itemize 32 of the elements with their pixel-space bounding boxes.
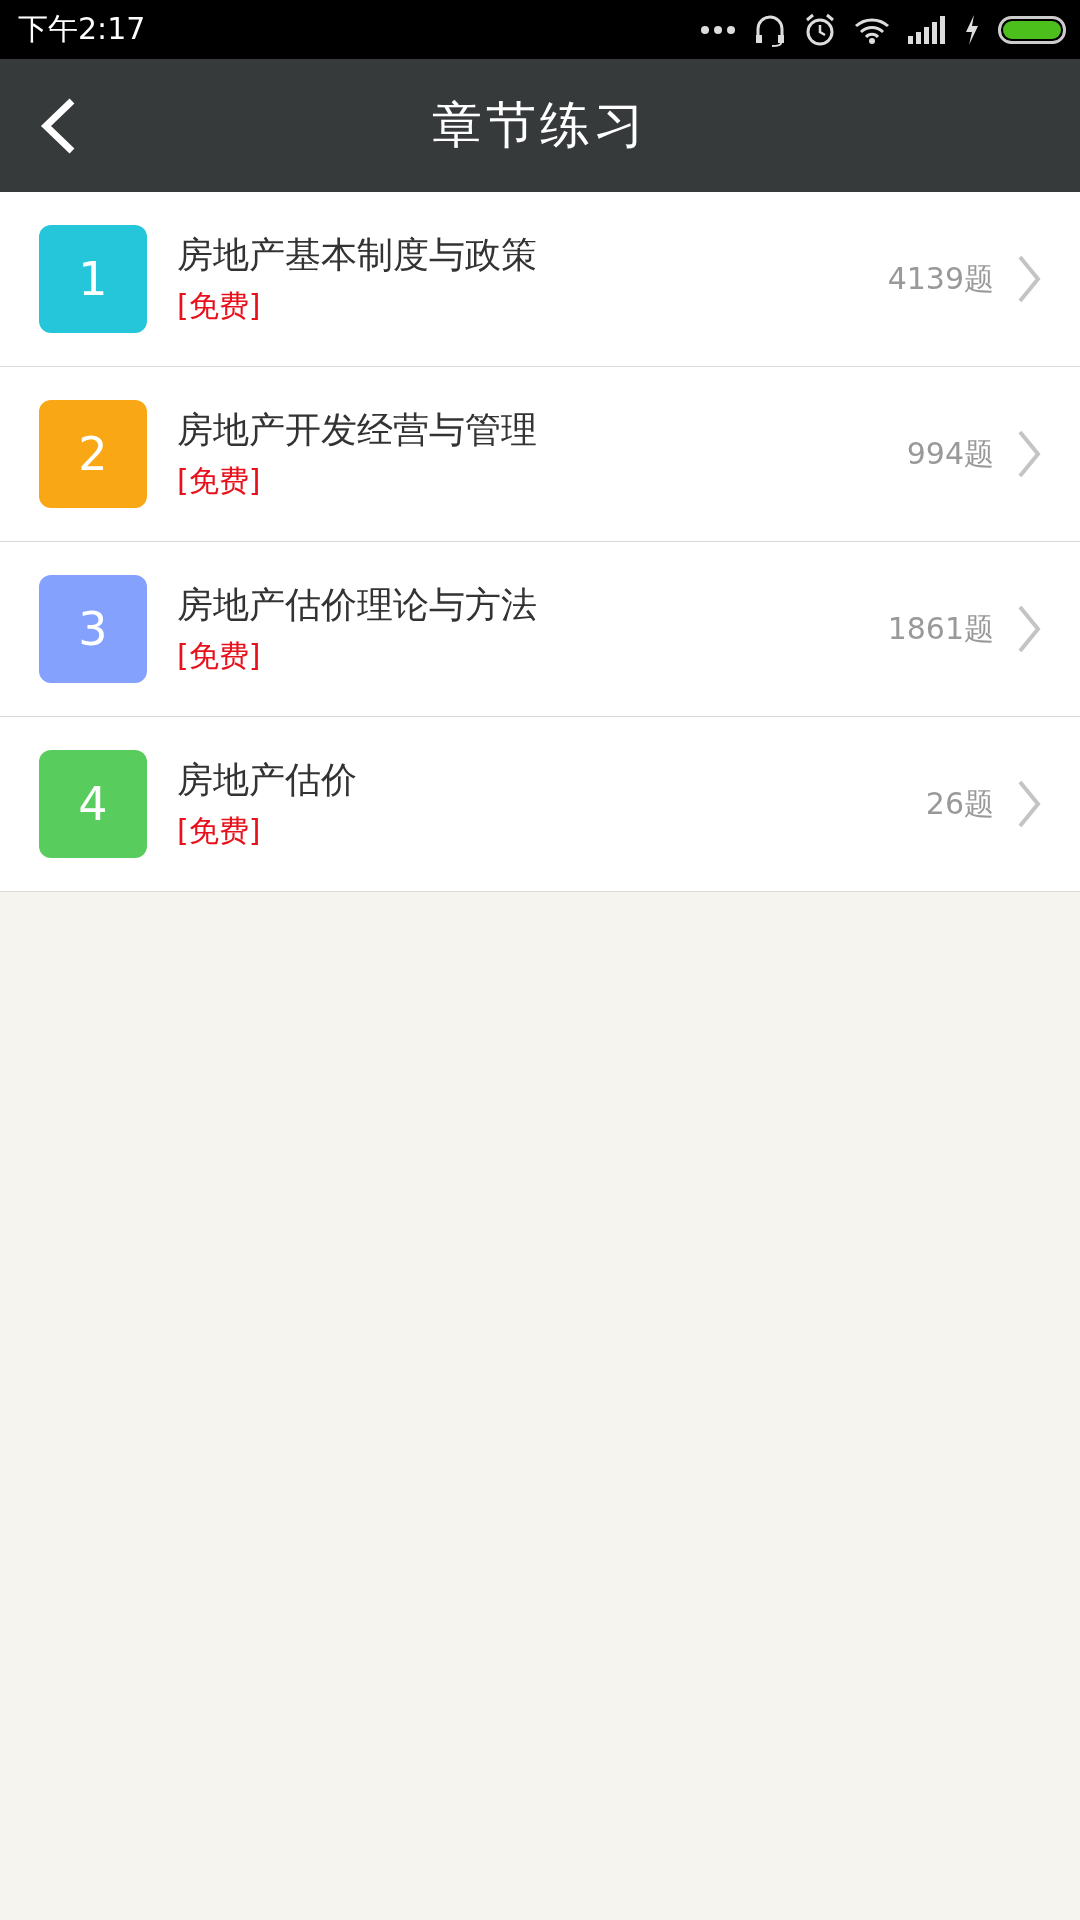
free-tag: [免费]	[177, 461, 907, 502]
status-time: 下午2:17	[18, 10, 146, 48]
battery-icon	[998, 15, 1066, 44]
chevron-right-icon	[1016, 604, 1042, 654]
chapter-row[interactable]: 2 房地产开发经营与管理 [免费] 994题	[0, 367, 1080, 542]
chapter-number: 4	[39, 750, 147, 858]
chapter-title: 房地产开发经营与管理	[177, 408, 538, 452]
wifi-icon	[854, 15, 890, 44]
charging-icon	[964, 14, 980, 45]
chevron-right-icon	[1016, 254, 1042, 304]
chapter-title: 房地产估价理论与方法	[177, 583, 538, 627]
signal-icon	[908, 15, 946, 44]
chapter-title: 房地产估价	[177, 758, 358, 802]
chapter-row[interactable]: 3 房地产估价理论与方法 [免费] 1861题	[0, 542, 1080, 717]
chevron-right-icon	[1016, 429, 1042, 479]
chapter-number: 2	[39, 400, 147, 508]
chevron-right-icon	[1016, 779, 1042, 829]
chapter-row[interactable]: 4 房地产估价 [免费] 26题	[0, 717, 1080, 892]
question-count: 1861题	[887, 609, 994, 648]
chapter-row[interactable]: 1 房地产基本制度与政策 [免费] 4139题	[0, 192, 1080, 367]
chapter-number: 1	[39, 225, 147, 333]
free-tag: [免费]	[177, 811, 926, 852]
alarm-clock-icon	[804, 12, 836, 47]
free-tag: [免费]	[177, 636, 888, 677]
chapter-number: 3	[39, 575, 147, 683]
question-count: 26题	[925, 784, 994, 823]
question-count: 994题	[906, 434, 994, 473]
chapter-title: 房地产基本制度与政策	[177, 233, 538, 277]
more-dots-icon	[700, 24, 736, 35]
page-title: 章节练习	[432, 95, 648, 156]
question-count: 4139题	[887, 259, 994, 298]
free-tag: [免费]	[177, 286, 888, 327]
